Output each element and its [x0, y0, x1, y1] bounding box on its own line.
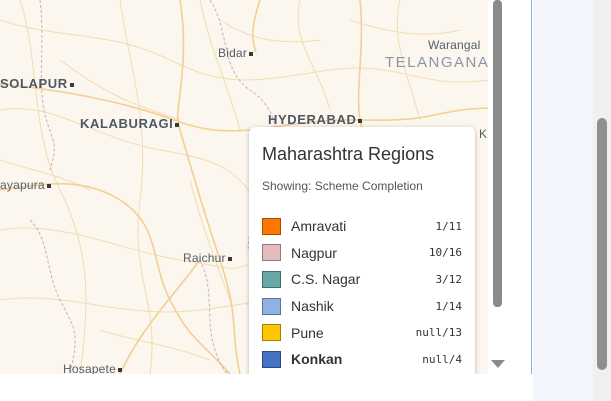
legend-item-count: 3/12	[435, 272, 463, 286]
legend-swatch	[262, 297, 281, 315]
map-place-label: Raichur	[183, 251, 234, 265]
legend-item[interactable]: C.S. Nagar 3/12	[262, 266, 462, 293]
legend-item-label: Pune	[291, 324, 324, 341]
legend-item-count: 1/11	[435, 219, 463, 233]
legend-item[interactable]: Amravati 1/11	[262, 213, 462, 240]
legend-swatch	[262, 270, 281, 288]
legend-swatch	[262, 217, 281, 235]
map-place-label: Bidar	[218, 46, 255, 60]
page-scrollbar-thumb[interactable]	[597, 118, 607, 370]
legend-item[interactable]: Pune null/13	[262, 319, 462, 346]
map-place-label: K	[479, 127, 488, 141]
city-dot-icon	[175, 122, 180, 127]
legend-item-label: Konkan	[291, 351, 343, 368]
legend-item[interactable]: Nashik 1/14	[262, 293, 462, 320]
map-place-label: Hosapete	[63, 362, 124, 374]
card-footer	[0, 374, 532, 401]
map-city-label: KALABURAGI	[80, 116, 181, 131]
map-city-label: HYDERABAD	[268, 112, 364, 127]
legend-item[interactable]: Nagpur 10/16	[262, 240, 462, 267]
legend-item[interactable]: Konkan null/4	[262, 346, 462, 373]
map-viewport[interactable]: Warangal TELANGANA Bidar SOLAPUR KALABUR…	[0, 0, 488, 374]
map-scrollbar-thumb[interactable]	[493, 0, 502, 307]
map-place-label: Warangal	[428, 38, 481, 52]
legend-item-label: Nagpur	[291, 244, 337, 261]
legend-item-count: null/4	[422, 352, 462, 366]
city-dot-icon	[69, 82, 74, 87]
scroll-down-arrow-icon[interactable]	[491, 360, 505, 368]
legend-item-label: Nashik	[291, 298, 334, 315]
legend-swatch	[262, 244, 281, 262]
legend-swatch	[262, 324, 281, 342]
legend-item-count: 10/16	[428, 246, 462, 260]
map-state-label: TELANGANA	[385, 54, 488, 71]
city-dot-icon	[117, 367, 122, 372]
legend-panel: Maharashtra Regions Showing: Scheme Comp…	[249, 127, 475, 374]
legend-subtitle: Showing: Scheme Completion	[262, 179, 423, 193]
legend-swatch	[262, 350, 281, 368]
map-place-label: ayapura	[0, 178, 53, 192]
legend-list: Amravati 1/11 Nagpur 10/16 C.S. Nagar 3/12 Nas…	[262, 213, 462, 373]
legend-title: Maharashtra Regions	[262, 144, 435, 164]
map-city-label: SOLAPUR	[0, 76, 76, 91]
city-dot-icon	[249, 51, 254, 56]
legend-item-count: 1/14	[435, 299, 463, 313]
legend-item-count: null/13	[415, 326, 462, 340]
legend-item-label: Amravati	[291, 218, 347, 235]
page-gutter	[533, 0, 593, 401]
legend-item-label: C.S. Nagar	[291, 271, 361, 288]
city-dot-icon	[227, 256, 232, 261]
city-dot-icon	[358, 118, 363, 123]
city-dot-icon	[46, 183, 51, 188]
